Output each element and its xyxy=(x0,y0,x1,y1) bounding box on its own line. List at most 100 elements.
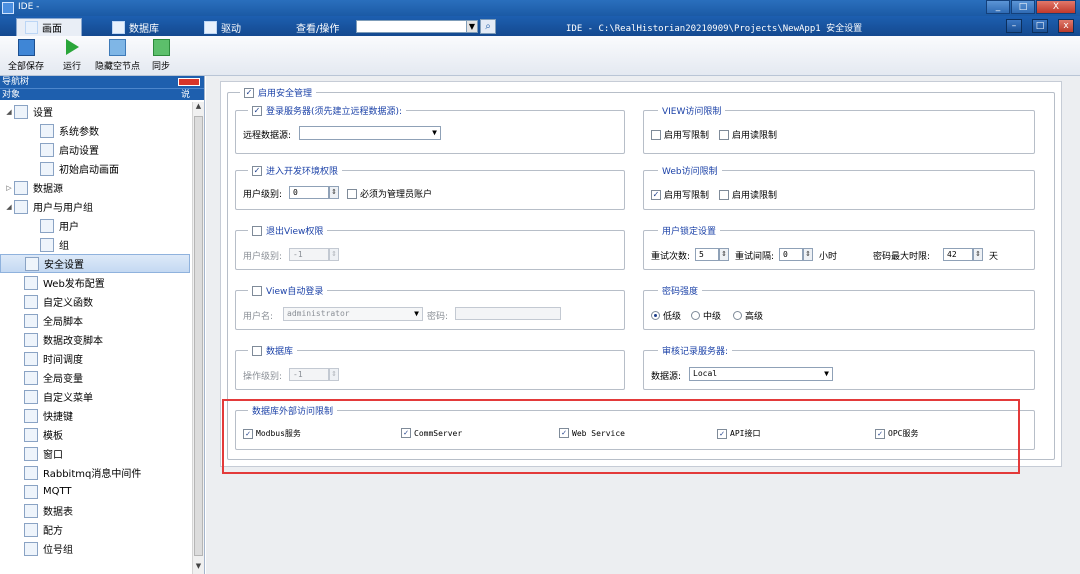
scroll-up-icon[interactable]: ▲ xyxy=(193,102,204,114)
tree-item[interactable]: 自定义函数 xyxy=(0,292,190,311)
enable-security-checkbox[interactable]: ✓ xyxy=(244,87,254,98)
tree-item-label: MQTT xyxy=(43,486,72,497)
tree-item[interactable]: 数据表 xyxy=(0,501,190,520)
tree-item-label: 全局脚本 xyxy=(43,317,83,328)
tree-item-label: 自定义函数 xyxy=(43,298,93,309)
tree-item[interactable]: 组 xyxy=(0,235,190,254)
retry-interval-spinner[interactable]: ⇕ xyxy=(803,248,813,261)
tree-item[interactable]: 模板 xyxy=(0,425,190,444)
dev-env-level-spinner[interactable]: ⇕ xyxy=(329,186,339,199)
expand-arrow-icon[interactable]: ▷ xyxy=(4,184,14,192)
tree-item[interactable]: 自定义菜单 xyxy=(0,387,190,406)
save-all-button[interactable]: 全部保存 xyxy=(8,39,44,72)
tree-item[interactable]: 快捷键 xyxy=(0,406,190,425)
sync-button[interactable]: 同步 xyxy=(152,39,170,72)
tree-item[interactable]: 时间调度 xyxy=(0,349,190,368)
custom-function-icon xyxy=(24,294,38,309)
mqtt-icon xyxy=(24,484,38,499)
tab-screen[interactable]: 画面 xyxy=(16,18,82,36)
tree-item[interactable]: 配方 xyxy=(0,520,190,539)
autologin-password-input[interactable] xyxy=(455,307,561,320)
search-icon[interactable]: ⌕ xyxy=(480,19,496,34)
strength-medium-option[interactable]: 中级 xyxy=(691,309,721,322)
tree-item[interactable]: ◢ 设置 xyxy=(0,102,190,121)
tree-item[interactable]: 用户 xyxy=(0,216,190,235)
strength-high-option[interactable]: 高级 xyxy=(733,309,763,322)
hide-empty-nodes-button[interactable]: 隐藏空节点 xyxy=(95,39,140,72)
strength-medium-radio[interactable] xyxy=(691,311,700,320)
web-write-limit-checkbox[interactable]: ✓ xyxy=(651,189,661,200)
doc-close-button[interactable]: x xyxy=(1058,19,1074,33)
view-autologin-checkbox[interactable] xyxy=(252,285,262,296)
database-level-spinner[interactable]: ⇕ xyxy=(329,368,339,381)
login-server-checkbox[interactable]: ✓ xyxy=(252,105,262,116)
run-icon xyxy=(65,39,79,55)
close-button[interactable]: X xyxy=(1036,0,1076,14)
nav-scrollbar[interactable]: ▲ ▼ xyxy=(192,102,204,574)
scroll-down-icon[interactable]: ▼ xyxy=(193,562,204,574)
retry-interval-input[interactable]: 0 xyxy=(779,248,803,261)
exit-view-checkbox[interactable] xyxy=(252,225,262,236)
expand-arrow-icon[interactable]: ◢ xyxy=(4,108,14,116)
retry-count-spinner[interactable]: ⇕ xyxy=(719,248,729,261)
tree-item[interactable]: 初始启动画面 xyxy=(0,159,190,178)
remote-source-label: 远程数据源: xyxy=(243,131,292,141)
audit-source-select[interactable]: Local ▼ xyxy=(689,367,833,381)
tab-database[interactable]: 数据库 xyxy=(112,18,159,36)
tree-item[interactable]: MQTT xyxy=(0,482,190,501)
strength-high-radio[interactable] xyxy=(733,311,742,320)
tree-item[interactable]: 启动设置 xyxy=(0,140,190,159)
view-write-limit-checkbox[interactable] xyxy=(651,129,661,140)
database-checkbox[interactable] xyxy=(252,345,262,356)
database-level-input[interactable]: -1 xyxy=(289,368,329,381)
tree-item[interactable]: 位号组 xyxy=(0,539,190,558)
tree-item[interactable]: 系统参数 xyxy=(0,121,190,140)
scroll-thumb[interactable] xyxy=(194,116,203,556)
user-icon xyxy=(40,218,54,233)
exit-view-level-spinner[interactable]: ⇕ xyxy=(329,248,339,261)
dev-env-checkbox[interactable]: ✓ xyxy=(252,165,262,176)
tree-item[interactable]: Web发布配置 xyxy=(0,273,190,292)
tree-item[interactable]: 全局变量 xyxy=(0,368,190,387)
strength-low-option[interactable]: 低级 xyxy=(651,309,681,322)
remote-source-select[interactable]: ▼ xyxy=(299,126,441,140)
view-write-limit-option[interactable]: 启用写限制 xyxy=(651,128,709,141)
view-operation-menu[interactable]: 查看/操作 xyxy=(296,18,339,36)
autologin-user-select[interactable]: administrator ▼ xyxy=(283,307,423,321)
maximize-button[interactable]: □ xyxy=(1011,0,1035,14)
admin-required-checkbox[interactable] xyxy=(347,188,357,199)
tree-item[interactable]: Rabbitmq消息中间件 xyxy=(0,463,190,482)
doc-minimize-button[interactable]: – xyxy=(1006,19,1022,33)
tab-driver[interactable]: 驱动 xyxy=(204,18,241,36)
search-dropdown-icon[interactable]: ▼ xyxy=(466,20,478,33)
tree-item[interactable]: ◢ 用户与用户组 xyxy=(0,197,190,216)
admin-required-option[interactable]: 必须为管理员账户 xyxy=(347,187,432,200)
tree-item-label: 自定义菜单 xyxy=(43,393,93,404)
view-read-limit-option[interactable]: 启用读限制 xyxy=(719,128,777,141)
data-table-icon xyxy=(24,503,38,518)
strength-low-radio[interactable] xyxy=(651,311,660,320)
tree-item[interactable]: 安全设置 xyxy=(0,254,190,273)
navigation-tree-pane: 导航树 对象 说 ◢ 设置 系统参数 启动设置 初始启动画面 ▷ 数据源 ◢ 用户与用户组 用户组… xyxy=(0,76,205,574)
tree-item[interactable]: 数据改变脚本 xyxy=(0,330,190,349)
web-write-limit-option[interactable]: ✓ 启用写限制 xyxy=(651,188,709,201)
tree-item[interactable]: 窗口 xyxy=(0,444,190,463)
nav-column-header: 对象 说 xyxy=(0,88,204,100)
tree-item[interactable]: 全局脚本 xyxy=(0,311,190,330)
web-read-limit-checkbox[interactable] xyxy=(719,189,729,200)
minimize-button[interactable]: _ xyxy=(986,0,1010,14)
password-max-age-spinner[interactable]: ⇕ xyxy=(973,248,983,261)
run-button[interactable]: 运行 xyxy=(63,39,81,72)
search-input[interactable] xyxy=(356,20,470,33)
pin-icon[interactable] xyxy=(178,78,200,86)
view-read-limit-checkbox[interactable] xyxy=(719,129,729,140)
highlight-box xyxy=(222,399,1020,474)
expand-arrow-icon[interactable]: ◢ xyxy=(4,203,14,211)
tree-item[interactable]: ▷ 数据源 xyxy=(0,178,190,197)
web-read-limit-option[interactable]: 启用读限制 xyxy=(719,188,777,201)
retry-count-input[interactable]: 5 xyxy=(695,248,719,261)
dev-env-level-input[interactable]: 0 xyxy=(289,186,329,199)
exit-view-level-input[interactable]: -1 xyxy=(289,248,329,261)
doc-restore-button[interactable]: □ xyxy=(1032,19,1048,33)
password-max-age-input[interactable]: 42 xyxy=(943,248,973,261)
